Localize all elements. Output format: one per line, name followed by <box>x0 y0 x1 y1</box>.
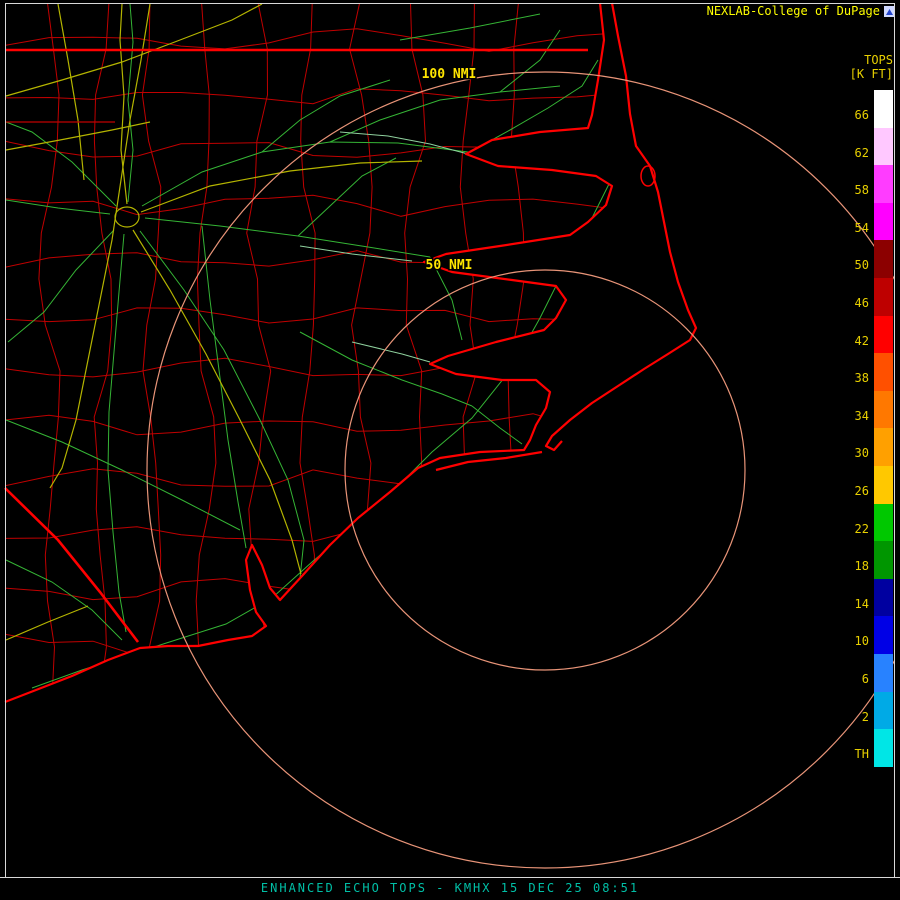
ring-label-100nmi: 100 NMI <box>422 67 477 82</box>
coastline-bogue-banks <box>436 452 542 470</box>
county-line <box>300 3 316 693</box>
range-ring-100nmi <box>147 72 900 868</box>
coastline <box>5 3 696 702</box>
legend-color-10 <box>874 616 893 654</box>
legend-tick-58: 58 <box>845 183 869 197</box>
legend-color-30 <box>874 428 893 466</box>
road-segment <box>6 122 116 206</box>
legend-tick-66: 66 <box>845 108 869 122</box>
frame-right-line <box>894 3 895 877</box>
river-segment <box>340 132 468 154</box>
legend-color-18 <box>874 541 893 579</box>
road-segment <box>140 231 304 578</box>
legend-tick-10: 10 <box>845 634 869 648</box>
legend-color-TH <box>874 729 893 767</box>
legend-tick-26: 26 <box>845 484 869 498</box>
legend-color-22 <box>874 504 893 542</box>
road-segment <box>6 606 88 640</box>
legend-tick-14: 14 <box>845 597 869 611</box>
legend-tick-2: 2 <box>845 710 869 724</box>
legend-tick-50: 50 <box>845 258 869 272</box>
road-segment <box>141 161 422 212</box>
legend-tick-34: 34 <box>845 409 869 423</box>
brand: NEXLAB-College of DuPage <box>707 5 895 18</box>
legend-tick-30: 30 <box>845 446 869 460</box>
road-segment <box>262 80 390 152</box>
county-line <box>5 358 621 381</box>
legend-color-46 <box>874 278 893 316</box>
highways-green <box>6 4 610 688</box>
frame-bottom-line <box>0 877 900 878</box>
road-segment <box>300 332 472 406</box>
county-line <box>5 634 621 655</box>
county-line <box>5 89 621 104</box>
road-segment <box>6 420 240 530</box>
road-segment <box>128 4 133 202</box>
legend-color-38 <box>874 353 893 391</box>
county-line <box>5 249 621 267</box>
road-segment <box>472 406 522 444</box>
coastline-outer-banks <box>546 3 696 450</box>
county-line <box>405 3 426 693</box>
radar-map: 100 NMI 50 NMI <box>0 0 900 900</box>
ring-label-50nmi: 50 NMI <box>426 258 473 273</box>
legend-color-34 <box>874 391 893 429</box>
road-segment <box>202 226 246 548</box>
legend-scale: 66625854504642383430262218141062TH <box>845 90 894 790</box>
road-segment <box>145 218 430 257</box>
legend-color-26 <box>874 466 893 504</box>
legend-color-14 <box>874 579 893 617</box>
frame-left-line <box>5 3 6 877</box>
coastline-mainland <box>5 3 612 702</box>
legend-title-line1: TOPS <box>816 53 893 67</box>
frame-top-line <box>5 3 895 4</box>
range-rings <box>147 72 900 868</box>
legend-color-50 <box>874 240 893 278</box>
road-segment <box>133 230 301 574</box>
county-line <box>39 3 60 693</box>
road-segment <box>108 234 126 632</box>
legend-title: TOPS [K FT] <box>816 53 893 81</box>
legend-color-54 <box>874 203 893 241</box>
legend-tick-18: 18 <box>845 559 869 573</box>
legend-color-2 <box>874 692 893 730</box>
county-line <box>350 3 373 693</box>
road-segment <box>8 230 114 342</box>
radar-display: 100 NMI 50 NMI TOPS [K FT] 6662585450464… <box>0 0 900 900</box>
legend-color-62 <box>874 128 893 166</box>
legend-tick-22: 22 <box>845 522 869 536</box>
county-line <box>5 414 621 435</box>
road-segment <box>120 4 127 204</box>
brand-text: NEXLAB-College of DuPage <box>707 5 880 18</box>
county-line <box>508 3 528 693</box>
legend-tick-46: 46 <box>845 296 869 310</box>
river-segment <box>352 342 430 362</box>
beltline-loop <box>115 207 139 227</box>
county-line <box>5 29 621 52</box>
road-segment <box>500 30 560 92</box>
legend-tick-6: 6 <box>845 672 869 686</box>
county-line <box>196 3 216 693</box>
legend-tick-38: 38 <box>845 371 869 385</box>
legend-color-58 <box>874 165 893 203</box>
road-segment <box>400 14 540 40</box>
legend-tick-54: 54 <box>845 221 869 235</box>
legend-color-6 <box>874 654 893 692</box>
county-line <box>5 195 621 216</box>
county-line <box>5 141 621 159</box>
county-line <box>5 527 621 542</box>
road-segment <box>142 142 468 206</box>
legend-color-42 <box>874 316 893 354</box>
legend-tick-42: 42 <box>845 334 869 348</box>
legend-tick-62: 62 <box>845 146 869 160</box>
product-caption: ENHANCED ECHO TOPS - KMHX 15 DEC 25 08:5… <box>0 881 900 895</box>
road-segment <box>6 122 150 150</box>
legend-title-line2: [K FT] <box>816 67 893 81</box>
legend-tick-TH: TH <box>845 747 869 761</box>
state-border-nc-sc <box>5 488 138 642</box>
legend-color-66 <box>874 90 893 128</box>
